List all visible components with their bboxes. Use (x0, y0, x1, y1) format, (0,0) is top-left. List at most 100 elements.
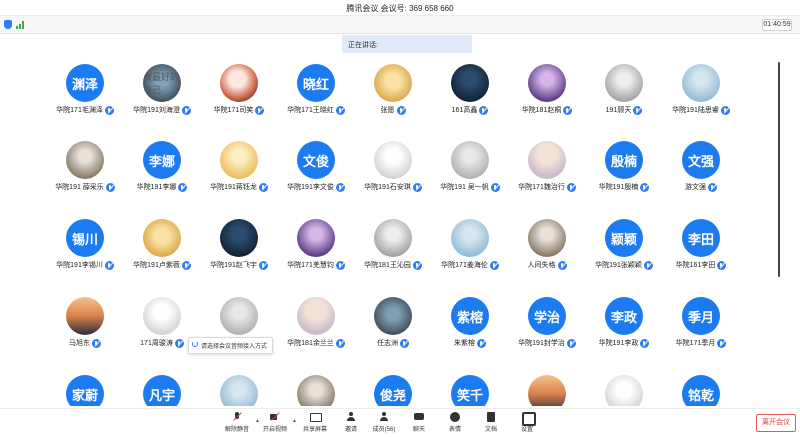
participant-tile[interactable]: 俊尧 (353, 367, 433, 406)
video-options-caret-icon[interactable]: ▲ (292, 418, 297, 424)
participant-name: 华院181赵桐 (521, 107, 562, 114)
avatar: 俊尧 (374, 375, 412, 406)
participant-tile[interactable]: 紫榕 朱紫榕 (430, 289, 510, 369)
participant-tile[interactable]: 华院191卢紫薇 (122, 211, 202, 291)
microphone-muted-icon (633, 105, 643, 115)
participant-name: 华院191李娜 (136, 184, 177, 191)
members-label: 成员(56) (372, 427, 396, 433)
settings-button[interactable]: 设置 (510, 412, 544, 436)
participant-tile[interactable]: 渊泽 华院171毛渊泽 (45, 56, 125, 136)
participant-tile[interactable] (199, 367, 279, 406)
network-signal-icon[interactable] (16, 21, 26, 29)
video-button[interactable]: 开启视频 (258, 412, 292, 436)
info-bar: 01:40:59 (0, 16, 800, 34)
chat-label: 聊天 (412, 427, 425, 433)
participant-tile[interactable]: 华院171羌慧钧 (276, 211, 356, 291)
participant-tile[interactable]: 文俊 华院191李文俊 (276, 133, 356, 213)
avatar (528, 375, 566, 406)
participant-tile[interactable]: 晓红 华院171王晓红 (276, 56, 356, 136)
avatar (220, 219, 258, 257)
participant-tile[interactable]: 171周骏涛 (122, 289, 202, 369)
emoji-button[interactable]: 表情 (438, 412, 472, 436)
participant-label: 华院191石安琪 (353, 181, 433, 193)
participant-tile[interactable]: 李娜 华院191李娜 (122, 133, 202, 213)
avatar (605, 64, 643, 102)
participant-tile[interactable]: 张愿 (353, 56, 433, 136)
participant-tile[interactable]: 锡川 华院191李锡川 (45, 211, 125, 291)
avatar: 渊泽 (66, 64, 104, 102)
participant-tile[interactable]: 华院191赵飞宇 (199, 211, 279, 291)
avatar-caption: 做最好的自己 (143, 72, 180, 95)
share-screen-button[interactable]: 共享屏幕 (298, 412, 332, 436)
docs-button[interactable]: 文档 (474, 412, 508, 436)
participant-tile[interactable]: 笑千 (430, 367, 510, 406)
mute-button[interactable]: 解除静音 (220, 412, 254, 436)
participant-name: 191顾天 (605, 107, 632, 114)
participant-label: 华院191李政 (584, 337, 664, 349)
participant-tile[interactable]: 人间失格 (507, 211, 587, 291)
participant-label: 朱紫榕 (430, 337, 510, 349)
microphone-muted-icon (335, 338, 345, 348)
avatar-initials: 凡宇 (148, 387, 175, 403)
participant-tile[interactable]: 文强 游文强 (661, 133, 741, 213)
participant-tile[interactable]: 做最好的自己 华院191刘海澄 (122, 56, 202, 136)
microphone-muted-icon (258, 260, 268, 270)
participant-tile[interactable]: 华院181余兰兰 (276, 289, 356, 369)
participant-tile[interactable]: 李政 华院191李政 (584, 289, 664, 369)
microphone-muted-icon (717, 338, 727, 348)
participant-label: 华院191张颖颖 (584, 259, 664, 271)
participant-label: 华院171司笑 (199, 104, 279, 116)
participant-tile[interactable]: 华院191 薛采乐 (45, 133, 125, 213)
participant-tile[interactable]: 颖颖 华院191张颖颖 (584, 211, 664, 291)
participant-label: 华院191 吴一帆 (430, 181, 510, 193)
participant-label: 华院191李娜 (122, 181, 202, 193)
participant-tile[interactable]: 家蔚 (45, 367, 125, 406)
microphone-muted-icon (557, 260, 567, 270)
members-button[interactable]: 成员(56) (367, 412, 401, 436)
speaking-indicator: 正在讲话: (342, 35, 472, 53)
participant-name: 华院191 吴一帆 (440, 184, 489, 191)
participant-tile[interactable]: 任志洲 (353, 289, 433, 369)
avatar: 晓红 (297, 64, 335, 102)
participant-label: 任志洲 (353, 337, 433, 349)
microphone-muted-icon (563, 105, 573, 115)
participant-tile[interactable]: 凡宇 (122, 367, 202, 406)
participant-tile[interactable] (507, 367, 587, 406)
avatar (66, 297, 104, 335)
participant-tile[interactable] (276, 367, 356, 406)
participant-tile[interactable] (584, 367, 664, 406)
avatar (297, 219, 335, 257)
participant-tile[interactable] (199, 289, 279, 369)
chat-button[interactable]: 聊天 (402, 412, 436, 436)
participant-tile[interactable]: 华院191陆思睿 (661, 56, 741, 136)
participant-tile[interactable]: 马旭东 (45, 289, 125, 369)
avatar (143, 219, 181, 257)
participant-tile[interactable]: 华院171魏治行 (507, 133, 587, 213)
scrollbar[interactable] (778, 62, 780, 277)
avatar (451, 141, 489, 179)
participant-tile[interactable]: 季月 华院171季月 (661, 289, 741, 369)
participant-tile[interactable]: 191顾天 (584, 56, 664, 136)
participant-tile[interactable]: 铭乾 (661, 367, 741, 406)
participant-tile[interactable]: 学治 华院191封学治 (507, 289, 587, 369)
leave-meeting-button[interactable]: 离开会议 (756, 414, 796, 432)
participant-tile[interactable]: 华院181赵桐 (507, 56, 587, 136)
audio-join-tooltip[interactable]: 请选择会议音频接入方式 (188, 337, 274, 354)
members-icon (379, 412, 389, 422)
participant-tile[interactable]: 华院191 吴一帆 (430, 133, 510, 213)
microphone-muted-icon (181, 105, 191, 115)
participant-tile[interactable]: 华院191蒋钰龙 (199, 133, 279, 213)
participant-tile[interactable]: 华院191石安琪 (353, 133, 433, 213)
participant-tile[interactable]: 华院171司笑 (199, 56, 279, 136)
participant-tile[interactable]: 李田 华院161李田 (661, 211, 741, 291)
security-shield-icon[interactable] (4, 20, 12, 29)
invite-button[interactable]: 邀请 (334, 412, 368, 436)
avatar-initials: 锡川 (71, 231, 98, 247)
participant-tile[interactable]: 殷楠 华院191殷楠 (584, 133, 664, 213)
participant-tile[interactable]: 华院181王沁园 (353, 211, 433, 291)
avatar (528, 219, 566, 257)
participant-name: 华院191赵飞宇 (210, 262, 257, 269)
participant-name: 华院161李田 (675, 262, 716, 269)
participant-tile[interactable]: 华院171姜海伦 (430, 211, 510, 291)
participant-tile[interactable]: 161高鑫 (430, 56, 510, 136)
